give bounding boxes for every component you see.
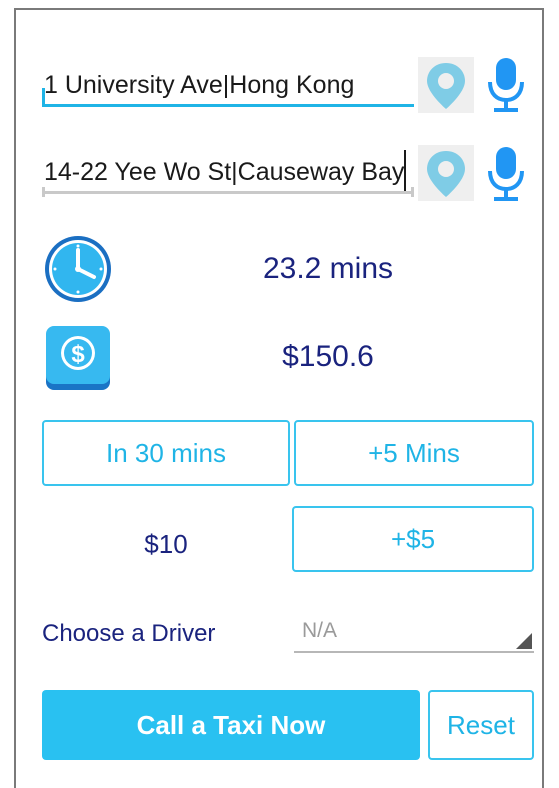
schedule-button-label: In 30 mins [106,437,226,468]
reset-button[interactable]: Reset [428,690,534,760]
call-taxi-button-label: Call a Taxi Now [136,709,326,740]
map-pin-icon [427,63,465,109]
reset-button-label: Reset [447,709,515,740]
origin-map-pin-button[interactable] [418,57,474,113]
svg-text:$: $ [71,341,85,368]
dropdown-arrow-icon [516,633,532,649]
dollar-icon: $ [42,322,114,394]
origin-input[interactable]: 1 University Ave|Hong Kong [42,63,414,107]
add-time-button-label: +5 Mins [368,437,460,468]
destination-input[interactable]: 14-22 Yee Wo St|Causeway Bay [42,150,414,194]
origin-input-edge [42,88,45,107]
destination-input-text: 14-22 Yee Wo St|Causeway Bay [44,150,407,191]
microphone-icon [488,58,524,112]
add-tip-button-label: +$5 [390,523,436,554]
driver-select-value: N/A [302,619,338,642]
choose-driver-label: Choose a Driver [42,620,216,647]
origin-input-text: 1 University Ave|Hong Kong [44,71,355,99]
trip-duration: 23.2 mins [262,252,394,285]
destination-input-edge-left [42,187,45,197]
trip-fare: $150.6 [282,340,374,373]
origin-voice-button[interactable] [482,56,530,116]
driver-select[interactable]: N/A [294,617,534,653]
destination-input-edge-right [411,187,414,197]
tip-amount: $10 [144,529,188,559]
destination-voice-button[interactable] [482,145,530,205]
app-frame [14,8,544,788]
add-5-mins-button[interactable]: +5 Mins [294,420,534,486]
call-taxi-button[interactable]: Call a Taxi Now [42,690,420,760]
add-5-dollars-button[interactable]: +$5 [292,506,534,572]
clock-icon [42,233,114,305]
schedule-in-30-mins-button[interactable]: In 30 mins [42,420,290,486]
map-pin-icon [427,151,465,197]
destination-map-pin-button[interactable] [418,145,474,201]
microphone-icon [488,147,524,201]
